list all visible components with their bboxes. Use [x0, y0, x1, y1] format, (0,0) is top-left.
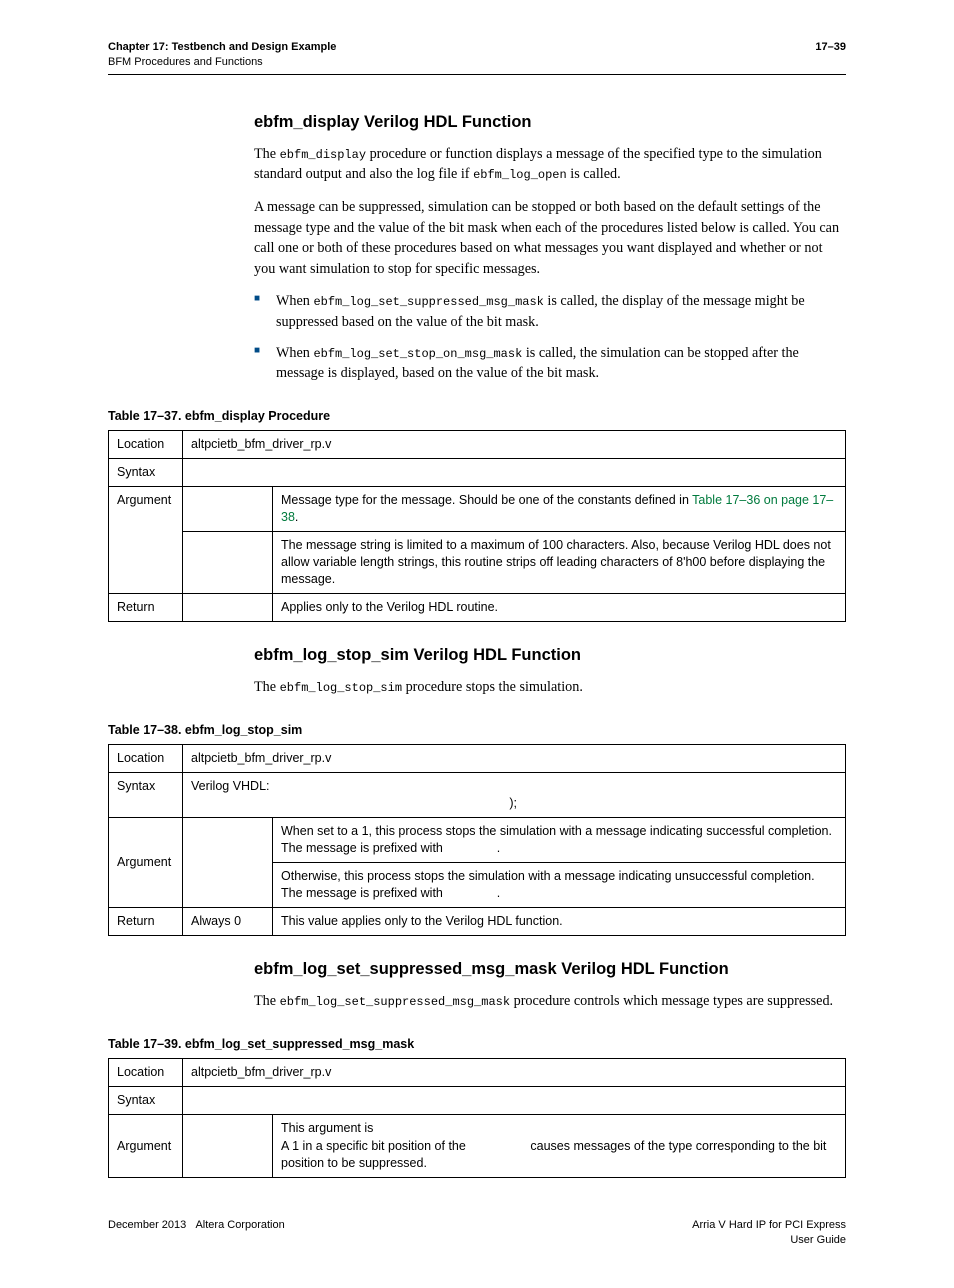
table-row: Syntax Verilog VHDL: return:=ebfm_log_st…	[109, 773, 846, 818]
sec1-bullet1: When ebfm_log_set_suppressed_msg_mask is…	[254, 291, 846, 332]
sec1-bullet2: When ebfm_log_set_stop_on_msg_mask is ca…	[254, 343, 846, 384]
sec2-p1: The ebfm_log_stop_sim procedure stops th…	[254, 677, 846, 698]
page-number: 17–39	[815, 40, 846, 55]
table-row: Argument msg_mask This argument is reg […	[109, 1115, 846, 1177]
footer-right: Arria V Hard IP for PCI Express User Gui…	[692, 1218, 846, 1249]
t38-caption: Table 17–38. ebfm_log_stop_sim	[108, 722, 846, 740]
table-row: Return always 0 Applies only to the Veri…	[109, 593, 846, 621]
table-row: Syntax ebfm_log_set_suppressed_msg_mask …	[109, 1087, 846, 1115]
table-38: Location altpcietb_bfm_driver_rp.v Synta…	[108, 744, 846, 936]
header-subsection: BFM Procedures and Functions	[108, 55, 336, 70]
table-row: Syntax ebfm_display(msg_type, message)	[109, 459, 846, 487]
table-37: Location altpcietb_bfm_driver_rp.v Synta…	[108, 430, 846, 622]
table-row: Argument msg_type Message type for the m…	[109, 487, 846, 532]
footer-left: December 2013 Altera Corporation	[108, 1218, 285, 1249]
page-footer: December 2013 Altera Corporation Arria V…	[108, 1218, 846, 1249]
sec2-title: ebfm_log_stop_sim Verilog HDL Function	[254, 644, 846, 667]
table-39: Location altpcietb_bfm_driver_rp.v Synta…	[108, 1058, 846, 1177]
sec3-title: ebfm_log_set_suppressed_msg_mask Verilog…	[254, 958, 846, 981]
sec3-p1: The ebfm_log_set_suppressed_msg_mask pro…	[254, 991, 846, 1012]
sec1-p2: A message can be suppressed, simulation …	[254, 197, 846, 279]
table-row: Location altpcietb_bfm_driver_rp.v	[109, 431, 846, 459]
table-row: message The message string is limited to…	[109, 532, 846, 594]
t39-caption: Table 17–39. ebfm_log_set_suppressed_msg…	[108, 1036, 846, 1054]
table-row: Argument success When set to a 1, this p…	[109, 818, 846, 863]
sec1-title: ebfm_display Verilog HDL Function	[254, 111, 846, 134]
page-header: Chapter 17: Testbench and Design Example…	[108, 40, 846, 75]
t37-caption: Table 17–37. ebfm_display Procedure	[108, 408, 846, 426]
header-chapter: Chapter 17: Testbench and Design Example	[108, 40, 336, 55]
table-row: Location altpcietb_bfm_driver_rp.v	[109, 1059, 846, 1087]
table-row: Location altpcietb_bfm_driver_rp.v	[109, 745, 846, 773]
sec1-bullets: When ebfm_log_set_suppressed_msg_mask is…	[254, 291, 846, 383]
sec1-p1: The ebfm_display procedure or function d…	[254, 144, 846, 185]
table-row: Return Always 0 This value applies only …	[109, 908, 846, 936]
